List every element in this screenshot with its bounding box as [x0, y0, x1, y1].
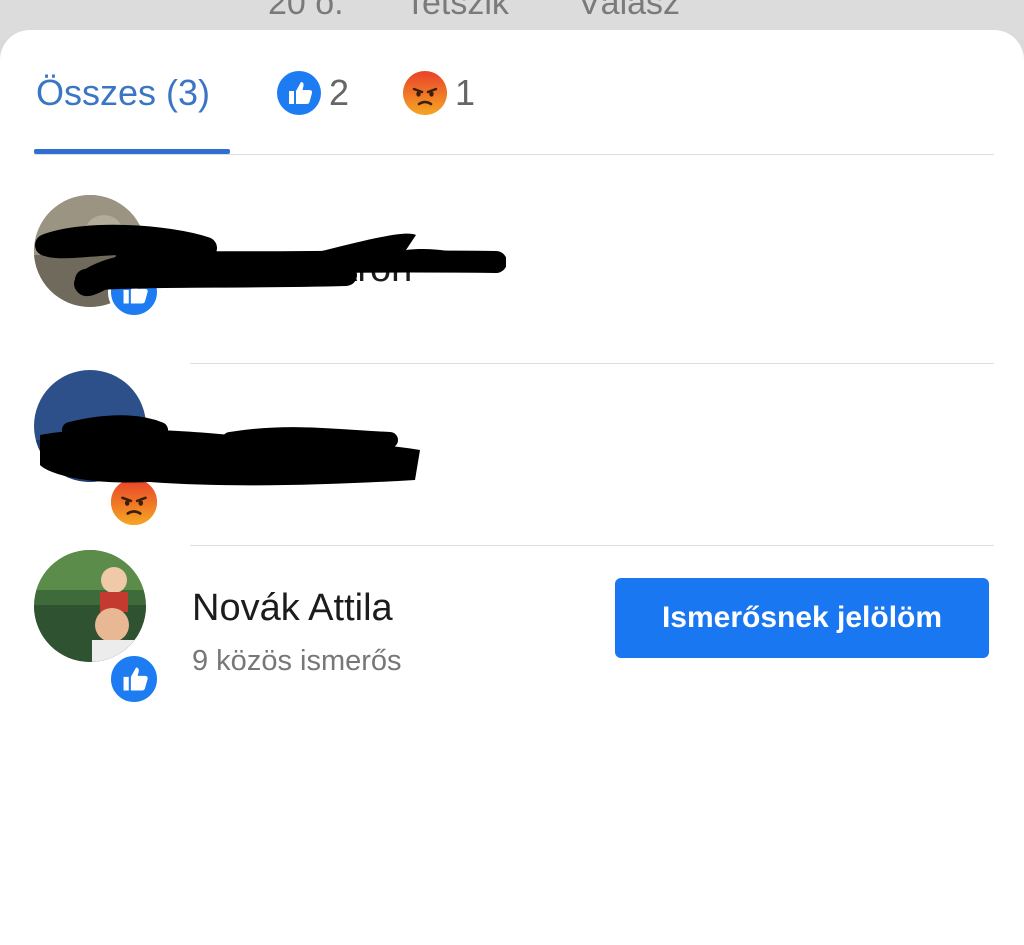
list-item[interactable]: Novák Attila 9 közös ismerős Ismerősnek …: [0, 545, 1024, 705]
redaction-scribble: [40, 415, 420, 486]
list-item[interactable]: Áron: [0, 190, 1024, 364]
timestamp-text: 20 ó.: [268, 0, 344, 22]
tab-angry[interactable]: 1: [403, 68, 475, 118]
avatar: [34, 550, 146, 662]
tab-like[interactable]: 2: [277, 68, 349, 118]
row-divider: [190, 363, 994, 364]
reactions-sheet: Összes (3) 2 1 Áron Novák Attila 9 közös…: [0, 30, 1024, 945]
thumbs-up-icon: [108, 653, 160, 705]
list-item[interactable]: [0, 365, 1024, 546]
tabs-divider: [34, 154, 994, 155]
tab-like-count: 2: [329, 72, 350, 113]
add-friend-button[interactable]: Ismerősnek jelölöm: [615, 578, 989, 658]
reply-action-text: Válasz: [578, 0, 681, 22]
tab-angry-count: 1: [455, 72, 476, 113]
redaction-scribble: [35, 224, 506, 297]
person-name[interactable]: Novák Attila: [192, 587, 393, 630]
mutual-friends-count: 9 közös ismerős: [192, 645, 402, 677]
reaction-tabs: Összes (3) 2 1: [0, 30, 1024, 156]
tab-all[interactable]: Összes (3): [36, 68, 210, 118]
tab-all-label: Összes (3): [36, 72, 211, 113]
like-action-text: Tetszik: [405, 0, 509, 22]
angry-face-icon: [403, 71, 447, 115]
thumbs-up-icon: [277, 71, 321, 115]
